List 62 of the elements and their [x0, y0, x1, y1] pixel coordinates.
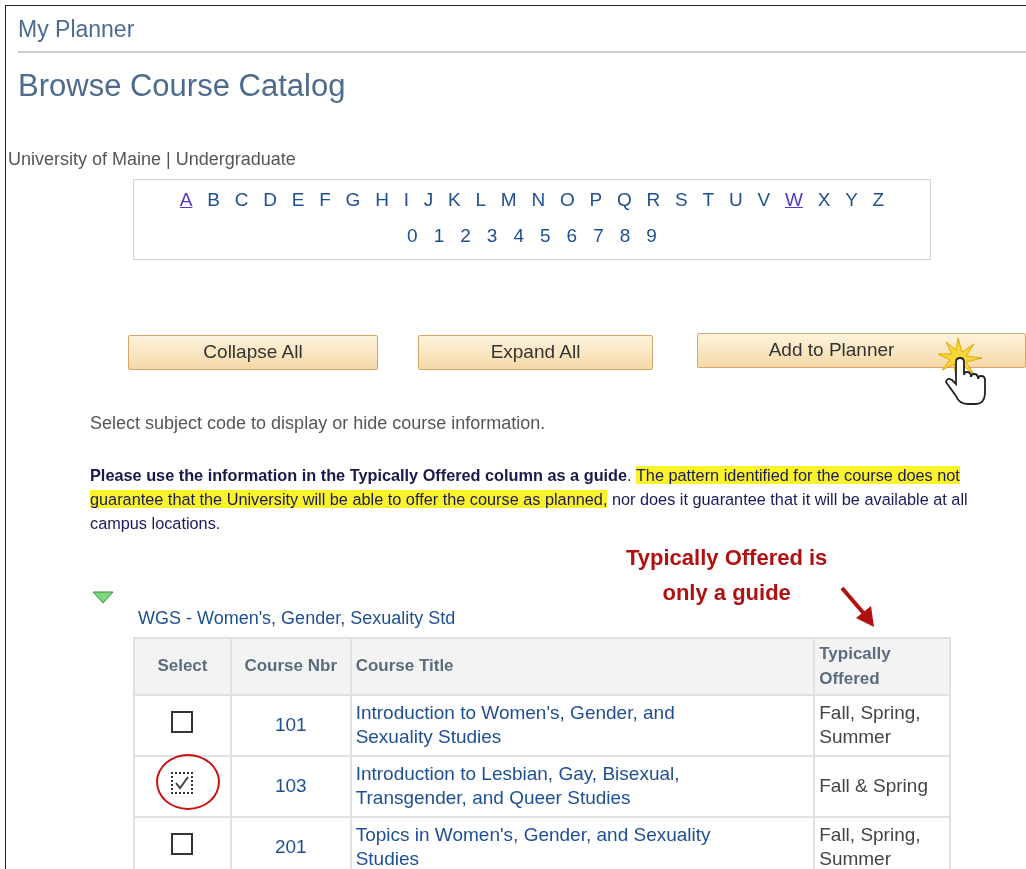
letter-link[interactable]: T: [702, 188, 715, 210]
letter-link[interactable]: O: [560, 188, 575, 210]
letter-link[interactable]: X: [817, 188, 831, 210]
letter-link[interactable]: F: [319, 188, 331, 210]
institution-label: University of Maine | Undergraduate: [8, 147, 297, 171]
digit-link[interactable]: 8: [619, 225, 631, 247]
course-number-link[interactable]: 103: [274, 775, 307, 797]
letter-link[interactable]: S: [675, 188, 688, 210]
notice-text: Please use the information in the Typically Offered column as a guide. The pattern identified for the course does not guarantee that the University will be able to offer the course as planned, nor does it guarantee that it will be available at all campus locations.: [90, 464, 969, 534]
letter-link[interactable]: C: [234, 188, 249, 210]
column-header: Typically Offered: [814, 637, 950, 695]
digit-link[interactable]: 9: [646, 225, 657, 247]
offered-text: Fall & Spring: [819, 774, 929, 799]
annotation-circle: [156, 754, 220, 810]
checkbox[interactable]: [171, 772, 194, 795]
letter-link[interactable]: R: [646, 188, 661, 210]
instruction-text: Select subject code to display or hide course information.: [90, 411, 547, 435]
digit-link[interactable]: 2: [460, 225, 471, 247]
annotation-text: Typically Offered is: [626, 544, 828, 572]
subject-link[interactable]: WGS - Women's, Gender, Sexuality Std: [138, 604, 456, 632]
letter-link[interactable]: Z: [872, 188, 885, 210]
course-number-link[interactable]: 101: [274, 714, 307, 736]
letter-link[interactable]: J: [423, 188, 434, 210]
digit-link[interactable]: 0: [407, 225, 418, 247]
digit-link[interactable]: 4: [513, 225, 524, 247]
letter-link[interactable]: W: [784, 188, 803, 210]
checkbox[interactable]: [171, 711, 194, 734]
offered-text: Fall, Spring, Summer: [819, 701, 922, 750]
annotation-text: only a guide: [661, 579, 792, 607]
letter-link[interactable]: B: [207, 188, 220, 210]
offered-text: Fall, Spring, Summer: [819, 823, 922, 869]
digit-link[interactable]: 1: [433, 225, 445, 247]
letter-link[interactable]: A: [179, 188, 193, 210]
letter-link[interactable]: P: [589, 188, 603, 210]
planner-button[interactable]: Add to Planner: [697, 332, 1026, 368]
letter-link[interactable]: H: [375, 188, 389, 210]
course-number-link[interactable]: 201: [274, 836, 307, 858]
column-header: Course Nbr: [230, 637, 351, 695]
page-title: Browse Course Catalog: [18, 66, 347, 104]
letter-link[interactable]: Y: [845, 188, 858, 210]
letter-link[interactable]: G: [345, 188, 361, 210]
planner-button[interactable]: Expand All: [418, 334, 654, 370]
letter-link[interactable]: Q: [617, 188, 632, 210]
letter-link[interactable]: D: [263, 188, 277, 210]
checkbox[interactable]: [171, 833, 194, 856]
letter-link[interactable]: K: [448, 188, 461, 210]
column-header: Course Title: [350, 637, 815, 695]
letter-link[interactable]: V: [757, 188, 771, 210]
breadcrumb: My Planner: [18, 12, 1026, 53]
digit-link[interactable]: 5: [540, 225, 551, 247]
digit-link[interactable]: 6: [566, 225, 578, 247]
letter-link[interactable]: L: [475, 188, 487, 210]
letter-link[interactable]: N: [531, 188, 546, 210]
letter-link[interactable]: E: [291, 188, 305, 210]
letter-link[interactable]: U: [728, 188, 743, 210]
column-header: Select: [134, 637, 231, 695]
digit-link[interactable]: 3: [486, 225, 498, 247]
letter-link[interactable]: I: [403, 188, 409, 210]
letter-link[interactable]: M: [500, 188, 517, 210]
expanded-triangle-icon[interactable]: [92, 590, 114, 605]
digit-link[interactable]: 7: [593, 225, 604, 247]
planner-button[interactable]: Collapse All: [128, 334, 378, 370]
